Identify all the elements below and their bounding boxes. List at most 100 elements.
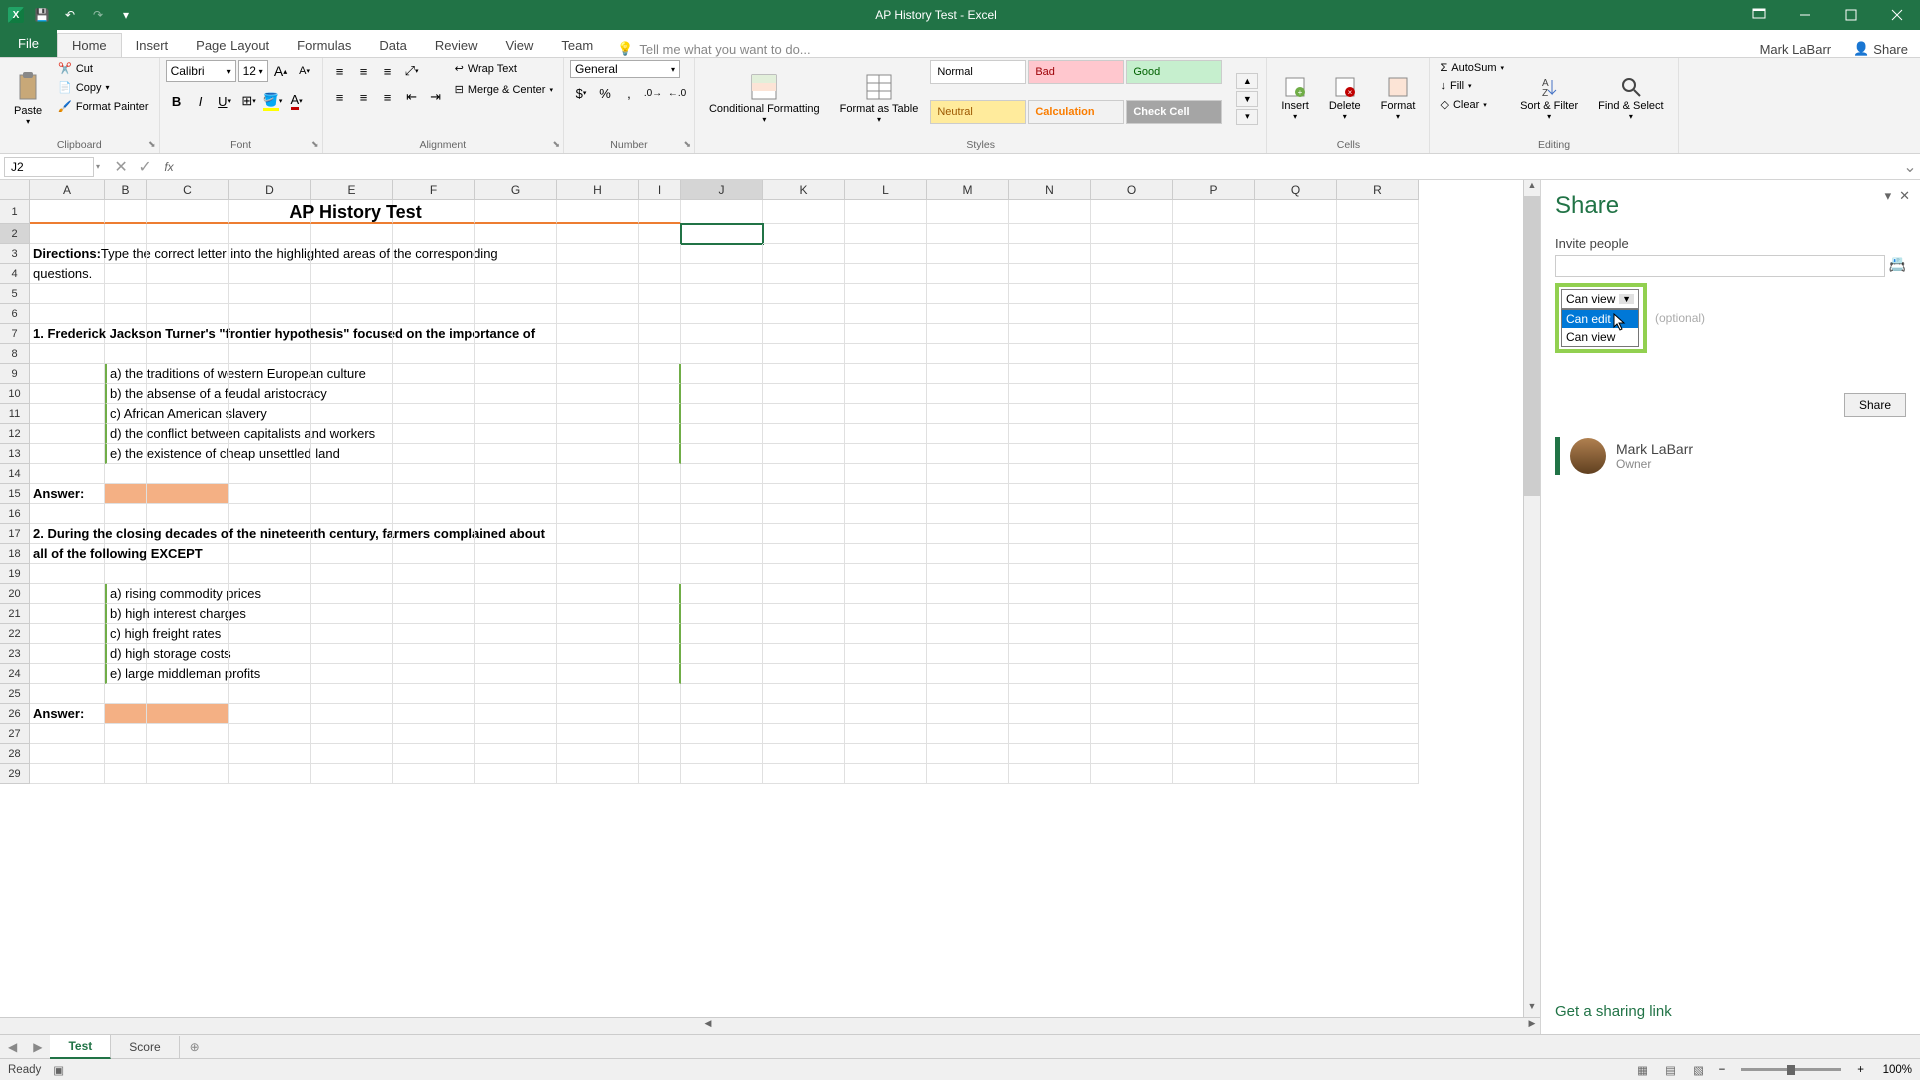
cell-P4[interactable]	[1173, 264, 1255, 284]
cell-D7[interactable]	[229, 324, 311, 344]
cell-K19[interactable]	[763, 564, 845, 584]
cell-G10[interactable]	[475, 384, 557, 404]
cell-J29[interactable]	[681, 764, 763, 784]
cell-Q2[interactable]	[1255, 224, 1337, 244]
underline-icon[interactable]: U▾	[214, 90, 236, 112]
cell-A17[interactable]: 2. During the closing decades of the nin…	[30, 524, 105, 544]
scroll-thumb[interactable]	[1524, 196, 1540, 496]
cell-I20[interactable]	[639, 584, 681, 604]
cell-N26[interactable]	[1009, 704, 1091, 724]
cell-D25[interactable]	[229, 684, 311, 704]
cell-L23[interactable]	[845, 644, 927, 664]
cell-E11[interactable]	[311, 404, 393, 424]
cell-E7[interactable]	[311, 324, 393, 344]
cell-G3[interactable]	[475, 244, 557, 264]
cell-H18[interactable]	[557, 544, 639, 564]
cell-Q8[interactable]	[1255, 344, 1337, 364]
cell-N29[interactable]	[1009, 764, 1091, 784]
cell-H15[interactable]	[557, 484, 639, 504]
cell-P1[interactable]	[1173, 200, 1255, 224]
cell-C18[interactable]	[147, 544, 229, 564]
cell-G5[interactable]	[475, 284, 557, 304]
align-right-icon[interactable]: ≡	[377, 86, 399, 108]
cell-C17[interactable]	[147, 524, 229, 544]
zoom-slider[interactable]	[1741, 1068, 1841, 1071]
row-header-7[interactable]: 7	[0, 324, 30, 344]
cell-P29[interactable]	[1173, 764, 1255, 784]
cell-E8[interactable]	[311, 344, 393, 364]
cell-N6[interactable]	[1009, 304, 1091, 324]
cell-N8[interactable]	[1009, 344, 1091, 364]
cell-I24[interactable]	[639, 664, 681, 684]
cell-P6[interactable]	[1173, 304, 1255, 324]
cell-A4[interactable]: questions.	[30, 264, 105, 284]
cell-M26[interactable]	[927, 704, 1009, 724]
cell-L27[interactable]	[845, 724, 927, 744]
fx-icon[interactable]: fx	[158, 157, 180, 177]
cell-B5[interactable]	[105, 284, 147, 304]
cell-P20[interactable]	[1173, 584, 1255, 604]
align-bottom-icon[interactable]: ≡	[377, 60, 399, 82]
cell-D12[interactable]	[229, 424, 311, 444]
cell-H24[interactable]	[557, 664, 639, 684]
cell-P18[interactable]	[1173, 544, 1255, 564]
tab-home[interactable]: Home	[57, 33, 122, 57]
cell-F21[interactable]	[393, 604, 475, 624]
tab-page-layout[interactable]: Page Layout	[182, 34, 283, 57]
cell-L3[interactable]	[845, 244, 927, 264]
cell-O22[interactable]	[1091, 624, 1173, 644]
font-launcher-icon[interactable]: ⬊	[311, 139, 319, 150]
cell-F20[interactable]	[393, 584, 475, 604]
cell-K2[interactable]	[763, 224, 845, 244]
cell-F15[interactable]	[393, 484, 475, 504]
cell-I7[interactable]	[639, 324, 681, 344]
cell-L29[interactable]	[845, 764, 927, 784]
row-header-19[interactable]: 19	[0, 564, 30, 584]
cell-E9[interactable]	[311, 364, 393, 384]
sheet-tab-test[interactable]: Test	[50, 1035, 111, 1059]
col-header-R[interactable]: R	[1337, 180, 1419, 200]
cell-O20[interactable]	[1091, 584, 1173, 604]
cell-L11[interactable]	[845, 404, 927, 424]
cell-J16[interactable]	[681, 504, 763, 524]
cell-O5[interactable]	[1091, 284, 1173, 304]
row-header-12[interactable]: 12	[0, 424, 30, 444]
cell-O28[interactable]	[1091, 744, 1173, 764]
cell-B7[interactable]	[105, 324, 147, 344]
cell-I19[interactable]	[639, 564, 681, 584]
view-page-layout-icon[interactable]: ▤	[1659, 1061, 1683, 1079]
cell-G17[interactable]	[475, 524, 557, 544]
cell-E22[interactable]	[311, 624, 393, 644]
cell-L28[interactable]	[845, 744, 927, 764]
delete-cells-button[interactable]: ×Delete▾	[1321, 60, 1369, 137]
cell-O21[interactable]	[1091, 604, 1173, 624]
cell-N5[interactable]	[1009, 284, 1091, 304]
cell-A12[interactable]	[30, 424, 105, 444]
cell-J23[interactable]	[681, 644, 763, 664]
cell-Q10[interactable]	[1255, 384, 1337, 404]
row-header-9[interactable]: 9	[0, 364, 30, 384]
row-header-26[interactable]: 26	[0, 704, 30, 724]
cell-H29[interactable]	[557, 764, 639, 784]
comma-icon[interactable]: ,	[618, 82, 640, 104]
cell-O1[interactable]	[1091, 200, 1173, 224]
cell-K22[interactable]	[763, 624, 845, 644]
cell-F12[interactable]	[393, 424, 475, 444]
cell-H5[interactable]	[557, 284, 639, 304]
cell-E16[interactable]	[311, 504, 393, 524]
redo-icon[interactable]: ↷	[88, 5, 108, 25]
col-header-P[interactable]: P	[1173, 180, 1255, 200]
cell-P14[interactable]	[1173, 464, 1255, 484]
cell-A26[interactable]: Answer:	[30, 704, 105, 724]
cell-Q16[interactable]	[1255, 504, 1337, 524]
cell-O29[interactable]	[1091, 764, 1173, 784]
increase-indent-icon[interactable]: ⇥	[425, 86, 447, 108]
cell-I16[interactable]	[639, 504, 681, 524]
column-headers[interactable]: ABCDEFGHIJKLMNOPQR	[0, 180, 1523, 200]
cell-K25[interactable]	[763, 684, 845, 704]
cell-Q12[interactable]	[1255, 424, 1337, 444]
cell-L21[interactable]	[845, 604, 927, 624]
cell-D27[interactable]	[229, 724, 311, 744]
cell-J1[interactable]	[681, 200, 763, 224]
cell-Q5[interactable]	[1255, 284, 1337, 304]
